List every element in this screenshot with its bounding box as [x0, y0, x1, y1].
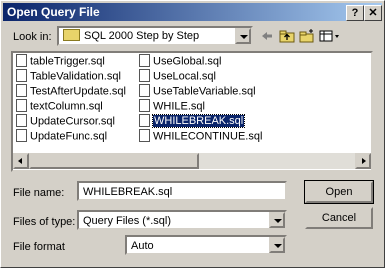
sql-file-icon	[139, 99, 150, 112]
sql-file-icon	[16, 114, 27, 127]
scroll-thumb[interactable]	[29, 153, 199, 169]
file-item[interactable]: UpdateFunc.sql	[16, 129, 108, 143]
sql-file-icon	[139, 129, 150, 142]
scroll-left-button[interactable]	[13, 153, 29, 169]
horizontal-scrollbar[interactable]	[13, 153, 371, 169]
files-of-type-label: Files of type:	[13, 216, 76, 228]
file-name-text: TestAfterUpdate.sql	[30, 85, 126, 98]
files-of-type-combo[interactable]: Query Files (*.sql)	[77, 210, 287, 230]
file-name-text: WHILECONTINUE.sql	[153, 130, 263, 143]
open-button[interactable]: Open	[304, 180, 374, 204]
file-item[interactable]: UseGlobal.sql	[139, 54, 222, 68]
file-item[interactable]: WHILEBREAK.sql	[139, 114, 246, 129]
back-icon[interactable]	[259, 28, 275, 44]
file-format-value: Auto	[131, 240, 154, 252]
file-item[interactable]: UpdateCursor.sql	[16, 114, 115, 128]
scroll-right-button[interactable]	[355, 153, 371, 169]
open-query-file-dialog: Open Query File ? ✕ Look in: SQL 2000 St…	[0, 0, 385, 268]
file-item[interactable]: WHILE.sql	[139, 99, 205, 113]
sql-file-icon	[139, 69, 150, 82]
file-name-text: WHILEBREAK.sql	[151, 114, 246, 129]
file-name-value: WHILEBREAK.sql	[83, 186, 173, 198]
file-name-text: TableValidation.sql	[30, 70, 121, 83]
views-icon[interactable]	[319, 28, 343, 44]
look-in-combo[interactable]: SQL 2000 Step by Step	[57, 26, 253, 46]
file-item[interactable]: WHILECONTINUE.sql	[139, 129, 263, 143]
up-folder-icon[interactable]	[279, 28, 295, 44]
sql-file-icon	[16, 99, 27, 112]
file-name-text: UseGlobal.sql	[153, 55, 222, 68]
right-arrow-icon	[362, 158, 366, 164]
file-name-text: textColumn.sql	[30, 100, 103, 113]
folder-icon	[63, 29, 80, 42]
sql-file-icon	[16, 84, 27, 97]
left-arrow-icon	[18, 158, 22, 164]
file-name-text: tableTrigger.sql	[30, 55, 105, 68]
files-of-type-dropdown-button[interactable]	[269, 212, 285, 228]
sql-file-icon	[139, 114, 150, 127]
help-button[interactable]: ?	[346, 5, 364, 21]
file-item[interactable]: tableTrigger.sql	[16, 54, 105, 68]
file-format-combo[interactable]: Auto	[125, 235, 287, 255]
look-in-dropdown-button[interactable]	[235, 28, 251, 44]
file-item[interactable]: UseLocal.sql	[139, 69, 216, 83]
file-name-text: UpdateCursor.sql	[30, 115, 115, 128]
sql-file-icon	[16, 69, 27, 82]
sql-file-icon	[139, 54, 150, 67]
file-format-label: File format	[13, 241, 65, 253]
file-format-dropdown-button[interactable]	[269, 237, 285, 253]
file-name-input[interactable]: WHILEBREAK.sql	[77, 181, 287, 201]
look-in-value: SQL 2000 Step by Step	[84, 30, 200, 42]
file-item[interactable]: UseTableVariable.sql	[139, 84, 256, 98]
file-name-text: UseTableVariable.sql	[153, 85, 256, 98]
sql-file-icon	[139, 84, 150, 97]
title-bar: Open Query File ? ✕	[3, 3, 382, 21]
file-name-text: UpdateFunc.sql	[30, 130, 108, 143]
close-button[interactable]: ✕	[364, 5, 382, 21]
sql-file-icon	[16, 54, 27, 67]
files-of-type-value: Query Files (*.sql)	[83, 215, 172, 227]
file-name-label: File name:	[13, 187, 65, 199]
file-item[interactable]: textColumn.sql	[16, 99, 103, 113]
file-name-text: WHILE.sql	[153, 100, 205, 113]
window-title: Open Query File	[7, 5, 100, 19]
cancel-button[interactable]: Cancel	[305, 207, 373, 229]
file-item[interactable]: TestAfterUpdate.sql	[16, 84, 126, 98]
new-folder-icon[interactable]	[299, 28, 315, 44]
sql-file-icon	[16, 129, 27, 142]
file-item[interactable]: TableValidation.sql	[16, 69, 121, 83]
file-name-text: UseLocal.sql	[153, 70, 216, 83]
look-in-label: Look in:	[13, 31, 52, 43]
